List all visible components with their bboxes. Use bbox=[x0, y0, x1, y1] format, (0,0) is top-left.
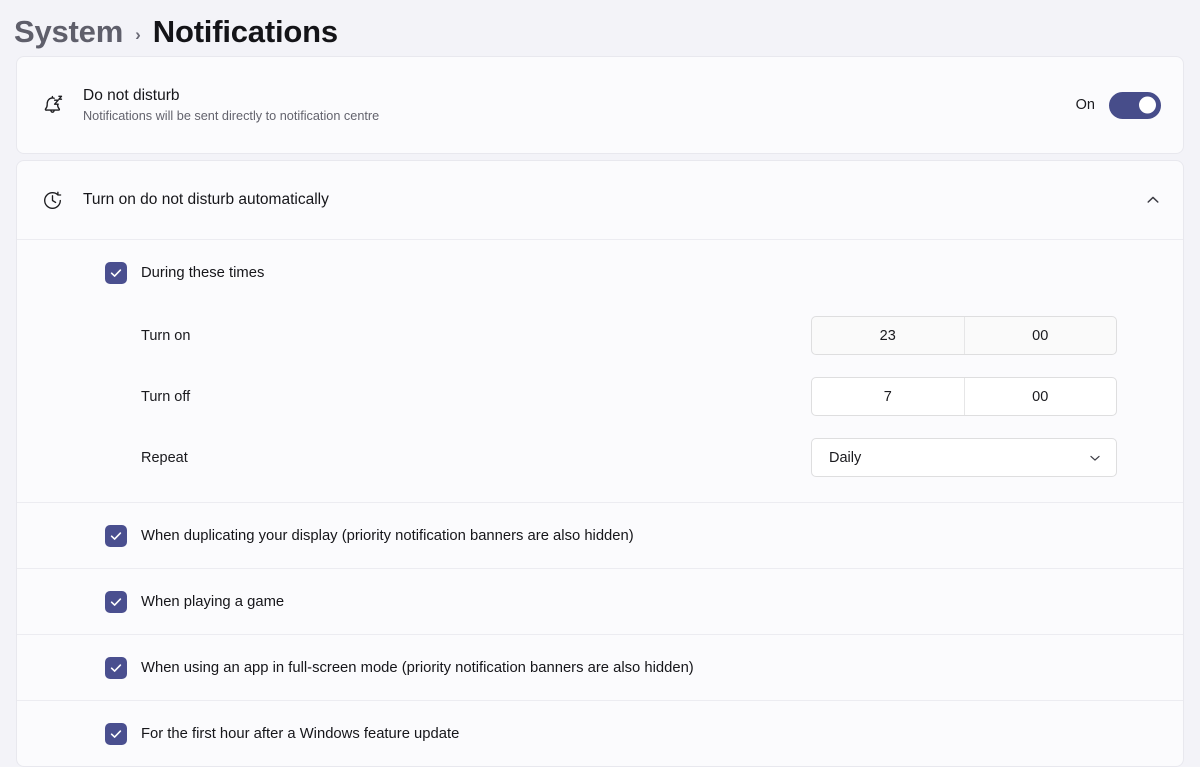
setting-row-repeat: Repeat Daily bbox=[17, 427, 1183, 488]
setting-label-turn-off: Turn off bbox=[141, 388, 191, 405]
clock-icon bbox=[39, 187, 83, 214]
checkbox-playing-game[interactable] bbox=[105, 590, 127, 613]
chevron-down-icon bbox=[1088, 451, 1102, 465]
turn-on-minute-input[interactable]: 00 bbox=[963, 317, 1117, 354]
turn-on-automatically-expander-header[interactable]: Turn on do not disturb automatically bbox=[17, 161, 1183, 239]
turn-off-minute-input[interactable]: 00 bbox=[963, 378, 1117, 415]
checkbox-label-duplicating-display: When duplicating your display (priority … bbox=[141, 527, 634, 544]
do-not-disturb-toggle-state-label: On bbox=[1075, 97, 1095, 113]
setting-row-turn-on: Turn on 23 00 bbox=[17, 305, 1183, 366]
do-not-disturb-subtitle: Notifications will be sent directly to n… bbox=[83, 109, 380, 123]
repeat-dropdown-value: Daily bbox=[829, 449, 862, 466]
turn-off-hour-input[interactable]: 7 bbox=[812, 378, 964, 415]
checkbox-row-duplicating-display[interactable]: When duplicating your display (priority … bbox=[17, 503, 1183, 568]
breadcrumb-separator-icon: › bbox=[135, 24, 141, 44]
do-not-disturb-text: Do not disturb Notifications will be sen… bbox=[83, 87, 1076, 123]
setting-label-turn-on: Turn on bbox=[141, 327, 191, 344]
checkbox-label-windows-feature-update: For the first hour after a Windows featu… bbox=[141, 725, 460, 742]
chevron-up-icon[interactable] bbox=[1145, 192, 1161, 208]
checkbox-row-full-screen-mode[interactable]: When using an app in full-screen mode (p… bbox=[17, 635, 1183, 700]
do-not-disturb-title: Do not disturb bbox=[83, 87, 180, 104]
checkbox-label-playing-game: When playing a game bbox=[141, 593, 285, 610]
checkbox-row-windows-feature-update[interactable]: For the first hour after a Windows featu… bbox=[17, 701, 1183, 766]
checkbox-full-screen-mode[interactable] bbox=[105, 656, 127, 679]
checkbox-during-these-times[interactable] bbox=[105, 261, 127, 284]
time-input-turn-off: 7 00 bbox=[811, 377, 1117, 416]
do-not-disturb-card: Do not disturb Notifications will be sen… bbox=[16, 56, 1184, 154]
checkbox-duplicating-display[interactable] bbox=[105, 524, 127, 547]
repeat-dropdown[interactable]: Daily bbox=[811, 438, 1117, 477]
setting-label-repeat: Repeat bbox=[141, 449, 188, 466]
time-input-turn-on: 23 00 bbox=[811, 316, 1117, 355]
breadcrumb: System › Notifications bbox=[0, 0, 1200, 56]
bell-with-z-icon bbox=[39, 92, 83, 119]
page-title: Notifications bbox=[152, 14, 338, 49]
checkbox-label-full-screen-mode: When using an app in full-screen mode (p… bbox=[141, 659, 694, 676]
turn-on-automatically-title: Turn on do not disturb automatically bbox=[83, 191, 329, 208]
do-not-disturb-toggle-group: On bbox=[1075, 91, 1161, 119]
toggle-knob bbox=[1139, 96, 1156, 114]
checkbox-windows-feature-update[interactable] bbox=[105, 722, 127, 745]
checkbox-label-during-these-times: During these times bbox=[141, 264, 265, 281]
checkbox-row-playing-game[interactable]: When playing a game bbox=[17, 569, 1183, 634]
breadcrumb-link-system[interactable]: System bbox=[14, 14, 123, 50]
setting-row-turn-off: Turn off 7 00 bbox=[17, 366, 1183, 427]
do-not-disturb-toggle[interactable] bbox=[1109, 91, 1161, 119]
during-these-times-section: During these times Turn on 23 00 Turn of… bbox=[17, 240, 1183, 502]
checkbox-row-during-these-times[interactable]: During these times bbox=[17, 240, 1183, 305]
do-not-disturb-row: Do not disturb Notifications will be sen… bbox=[17, 57, 1183, 153]
turn-on-automatically-card: Turn on do not disturb automatically Dur… bbox=[16, 160, 1184, 767]
turn-on-hour-input[interactable]: 23 bbox=[812, 317, 964, 354]
